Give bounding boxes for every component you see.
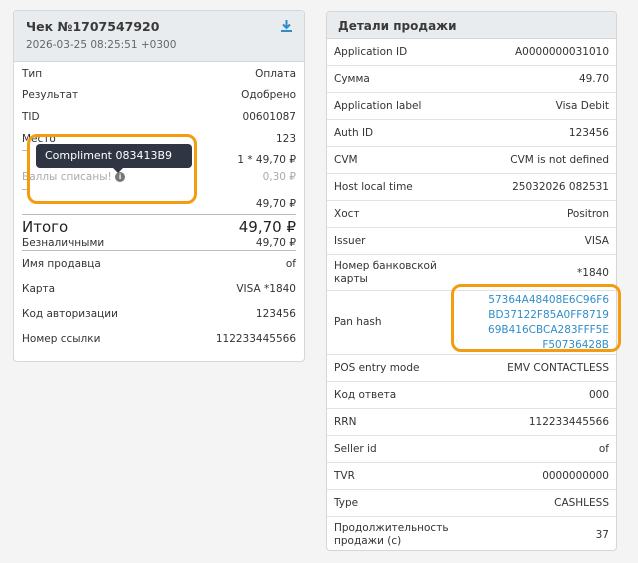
row-value: 37 xyxy=(595,529,609,541)
row-value: 123456 xyxy=(568,127,609,139)
highlight-box-tooltip xyxy=(27,134,197,204)
row-label: Тип xyxy=(22,67,43,80)
sale-details-card: Детали продажи Application ID A000000003… xyxy=(326,11,617,551)
receipt-row-type: Тип Оплата xyxy=(22,63,296,84)
row-label: Номер банковской карты xyxy=(334,259,437,285)
row-label: TID xyxy=(22,111,40,123)
row-label: Номер ссылки xyxy=(22,332,101,345)
details-row-issuer: Issuer VISA xyxy=(327,228,616,255)
receipt-row-seller: Имя продавца of xyxy=(22,251,296,276)
receipt-date: 2026-03-25 08:25:51 +0300 xyxy=(26,39,177,51)
row-label: Код ответа xyxy=(334,388,397,401)
row-value: of xyxy=(598,443,609,455)
download-icon[interactable] xyxy=(280,19,293,33)
row-value: Visa Debit xyxy=(555,100,609,112)
row-label: Хост xyxy=(334,207,360,220)
receipt-row-ref: Номер ссылки 112233445566 xyxy=(22,326,296,351)
row-label: Application label xyxy=(334,99,422,112)
row-value: EMV CONTACTLESS xyxy=(507,362,609,374)
row-label: RRN xyxy=(334,415,357,428)
row-value: VISA *1840 xyxy=(236,282,296,295)
row-value: 123 xyxy=(275,133,296,145)
row-value: CVM is not defined xyxy=(510,154,609,166)
row-value: 112233445566 xyxy=(215,332,296,345)
row-label: Сумма xyxy=(334,72,370,85)
details-row-auth-id: Auth ID 123456 xyxy=(327,120,616,147)
details-row-sale-duration: Продолжительность продажи (с) 37 xyxy=(327,517,616,550)
receipt-cashless: Безналичными 49,70 ₽ xyxy=(22,236,296,251)
row-value: Positron xyxy=(566,208,609,220)
row-label: CVM xyxy=(334,153,358,166)
row-value: 49.70 xyxy=(578,73,609,85)
row-label: Имя продавца xyxy=(22,257,101,270)
row-label: Application ID xyxy=(334,45,408,58)
row-value: 25032026 082531 xyxy=(512,181,609,193)
row-label: Type xyxy=(334,496,359,509)
receipt-header: Чек №1707547920 2026-03-25 08:25:51 +030… xyxy=(14,11,304,62)
details-row-tvr: TVR 0000000000 xyxy=(327,463,616,490)
details-title: Детали продажи xyxy=(327,12,616,39)
details-row-rrn: RRN 112233445566 xyxy=(327,409,616,436)
receipt-row-auth: Код авторизации 123456 xyxy=(22,301,296,326)
row-value: VISA xyxy=(584,235,609,247)
row-value: 00601087 xyxy=(242,111,296,123)
details-row-response-code: Код ответа 000 xyxy=(327,382,616,409)
row-value: 000 xyxy=(588,389,609,401)
row-label: Host local time xyxy=(334,180,413,193)
row-value: Оплата xyxy=(255,67,296,80)
row-value: of xyxy=(285,257,296,270)
row-label: TVR xyxy=(334,469,355,482)
receipt-row-result: Результат Одобрено xyxy=(22,84,296,106)
row-value: A0000000031010 xyxy=(514,46,609,58)
details-row-host: Хост Positron xyxy=(327,201,616,228)
details-row-amount: Сумма 49.70 xyxy=(327,66,616,93)
details-row-pos-entry-mode: POS entry mode EMV CONTACTLESS xyxy=(327,355,616,382)
receipt-rows: Тип Оплата Результат Одобрено TID 006010… xyxy=(14,63,304,351)
receipt-title: Чек №1707547920 xyxy=(26,19,160,34)
row-value: 123456 xyxy=(255,307,296,320)
details-row-application-label: Application label Visa Debit xyxy=(327,93,616,120)
row-label: Безналичными xyxy=(22,237,105,249)
row-label: Issuer xyxy=(334,234,366,247)
row-label: Результат xyxy=(22,89,79,101)
row-label: Код авторизации xyxy=(22,307,118,320)
row-value: 0000000000 xyxy=(542,470,609,482)
receipt-total: Итого 49,70 ₽ xyxy=(22,215,296,236)
receipt-row-tid: TID 00601087 xyxy=(22,106,296,128)
row-label: Продолжительность продажи (с) xyxy=(334,522,449,547)
highlight-box-pan-hash xyxy=(451,284,621,352)
receipt-row-card: Карта VISA *1840 xyxy=(22,276,296,301)
row-value: 49,70 ₽ xyxy=(255,237,296,249)
row-label: POS entry mode xyxy=(334,361,420,374)
row-label: Seller id xyxy=(334,442,377,455)
row-value: Одобрено xyxy=(241,89,296,101)
row-label: Pan hash xyxy=(334,316,382,328)
details-row-cvm: CVM CVM is not defined xyxy=(327,147,616,174)
total-value: 49,70 ₽ xyxy=(238,218,296,236)
item-price: 1 * 49,70 ₽ xyxy=(237,153,296,166)
row-value: *1840 xyxy=(577,266,609,279)
row-label: Auth ID xyxy=(334,126,374,139)
details-row-host-local-time: Host local time 25032026 082531 xyxy=(327,174,616,201)
details-row-type: Type CASHLESS xyxy=(327,490,616,517)
points-value: 0,30 ₽ xyxy=(262,170,296,183)
row-value: CASHLESS xyxy=(554,497,609,509)
row-label: Карта xyxy=(22,282,56,295)
details-row-application-id: Application ID A0000000031010 xyxy=(327,39,616,66)
subtotal-value: 49,70 ₽ xyxy=(255,197,296,210)
details-row-seller-id: Seller id of xyxy=(327,436,616,463)
row-value: 112233445566 xyxy=(528,416,609,428)
total-label: Итого xyxy=(22,218,69,236)
